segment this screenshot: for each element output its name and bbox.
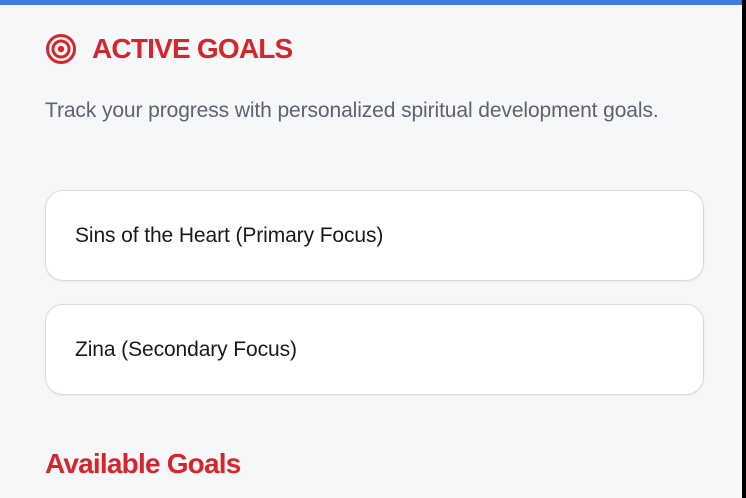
goal-label: Sins of the Heart (Primary Focus) — [75, 223, 384, 247]
goal-label: Zina (Secondary Focus) — [75, 337, 297, 361]
page-title: ACTIVE GOALS — [92, 33, 293, 64]
target-icon — [45, 33, 77, 65]
goal-card-zina[interactable]: Zina (Secondary Focus) — [45, 304, 704, 395]
section-description: Track your progress with personalized sp… — [45, 99, 659, 122]
active-goals-panel: ACTIVE GOALS Track your progress with pe… — [0, 0, 742, 498]
available-goals-heading: Available Goals — [45, 448, 241, 479]
goal-card-sins-of-the-heart[interactable]: Sins of the Heart (Primary Focus) — [45, 190, 704, 281]
section-header: ACTIVE GOALS — [45, 29, 293, 69]
